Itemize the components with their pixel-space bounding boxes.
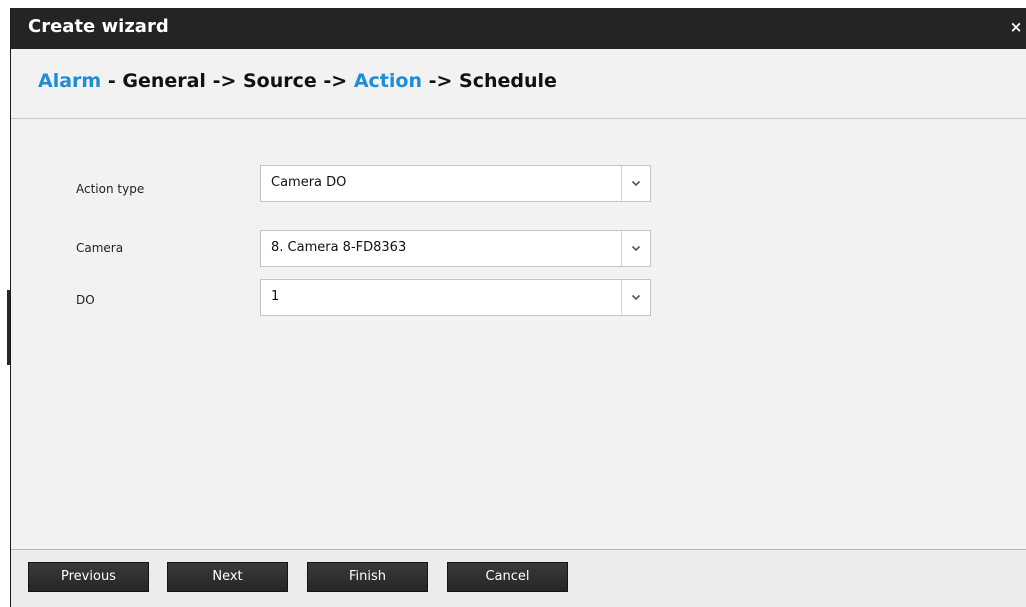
wizard-footer: Previous Next Finish Cancel [11,550,1026,607]
breadcrumb-separator: -> [422,70,460,92]
breadcrumb-separator: -> [205,70,243,92]
do-value: 1 [271,289,280,304]
action-type-value: Camera DO [271,175,347,190]
camera-select[interactable]: 8. Camera 8-FD8363 [260,230,651,267]
chevron-down-icon[interactable] [622,166,650,201]
do-label: DO [76,293,95,307]
background-page [0,0,10,607]
do-select[interactable]: 1 [260,279,651,316]
wizard-content: Action type Camera DO Camera 8. Camera 8… [11,119,1026,550]
chevron-down-icon[interactable] [622,231,650,266]
chevron-down-icon[interactable] [622,280,650,315]
breadcrumb-action: Action [353,70,422,92]
camera-label: Camera [76,241,124,255]
wizard-breadcrumb: Alarm - General -> Source -> Action -> S… [38,70,557,92]
dialog-titlebar: Create wizard × [11,8,1026,49]
breadcrumb-alarm: Alarm [38,70,102,92]
next-button[interactable]: Next [167,562,288,592]
camera-value: 8. Camera 8-FD8363 [271,240,407,255]
create-wizard-dialog: Create wizard × Alarm - General -> Sourc… [10,8,1026,607]
breadcrumb-general: General [122,70,206,92]
breadcrumb-separator: - [101,70,123,92]
action-type-select[interactable]: Camera DO [260,165,651,202]
breadcrumb-separator: -> [316,70,354,92]
finish-button[interactable]: Finish [307,562,428,592]
breadcrumb-schedule: Schedule [459,70,557,92]
dialog-title: Create wizard [28,16,169,37]
cancel-button[interactable]: Cancel [447,562,568,592]
breadcrumb-source: Source [243,70,317,92]
action-type-label: Action type [76,182,145,196]
close-icon[interactable]: × [1009,20,1023,35]
previous-button[interactable]: Previous [28,562,149,592]
